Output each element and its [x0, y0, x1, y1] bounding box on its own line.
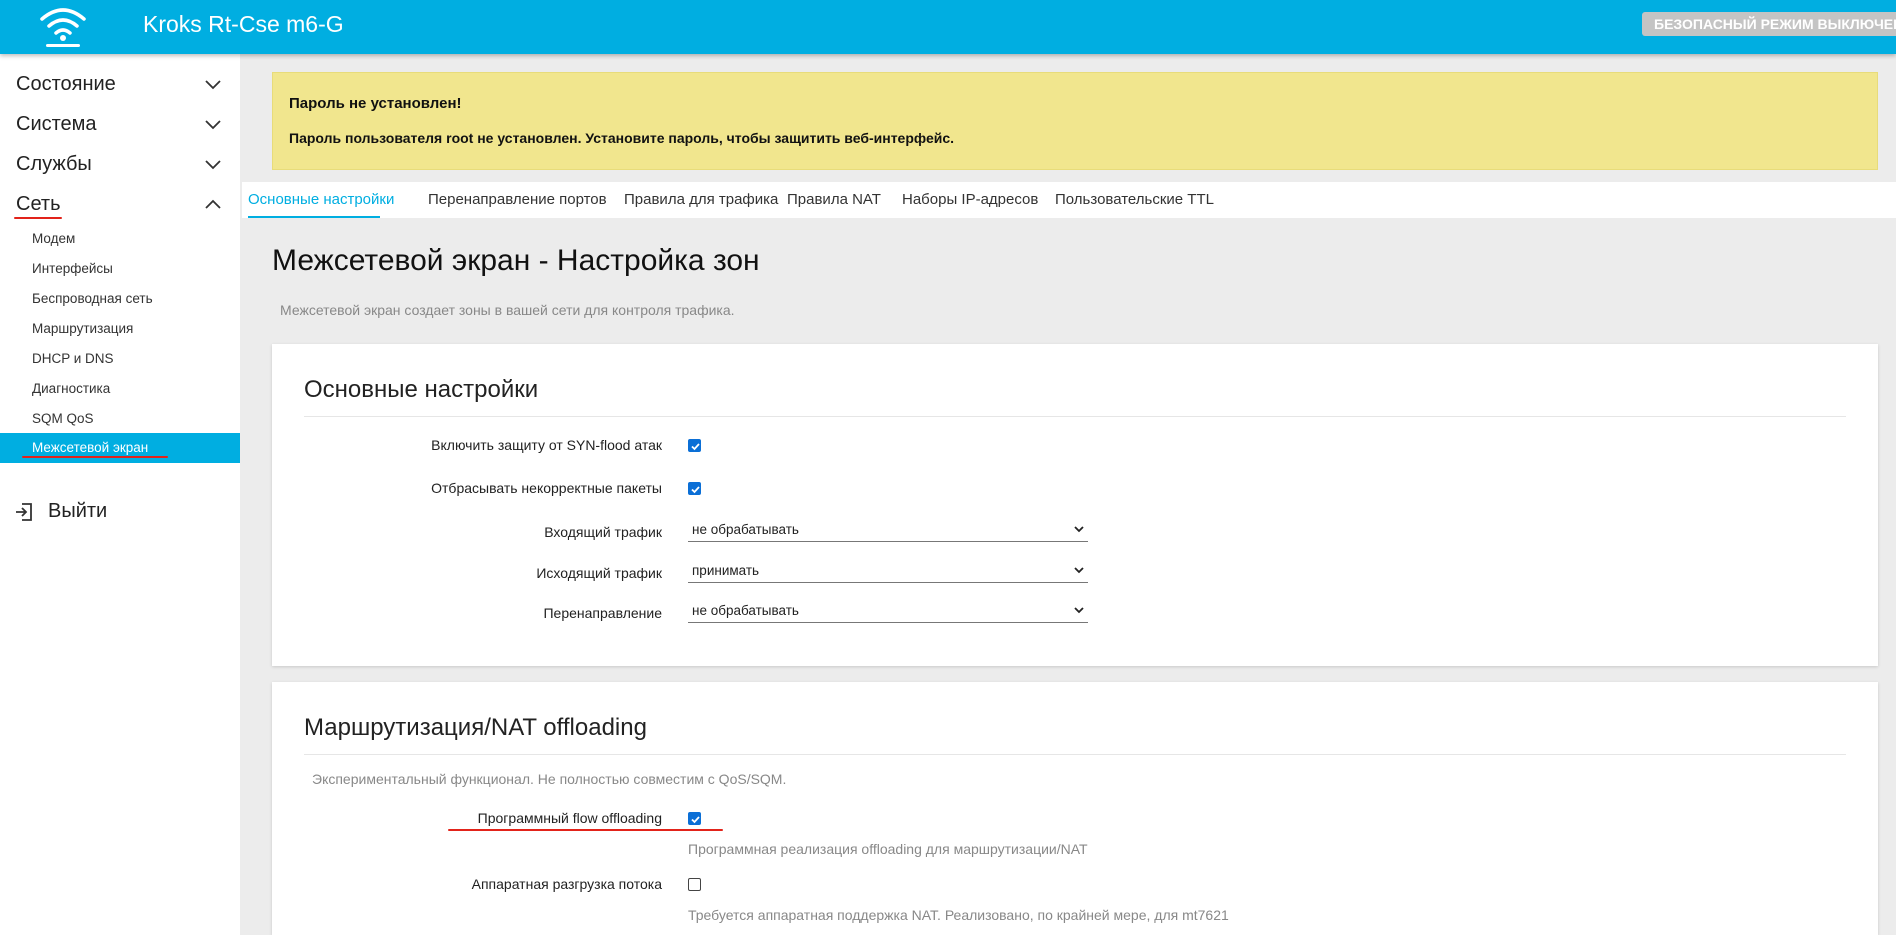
select-value: не обрабатывать: [692, 522, 799, 537]
tab-ip-sets[interactable]: Наборы IP-адресов: [902, 182, 1038, 218]
drop-invalid-checkbox[interactable]: [688, 482, 701, 495]
sidebar-subitem-wireless[interactable]: Беспроводная сеть: [0, 284, 240, 314]
section-divider: [304, 754, 1846, 755]
chevron-up-icon: [205, 199, 221, 209]
sidebar-subitem-interfaces[interactable]: Интерфейсы: [0, 254, 240, 284]
sidebar-subitem-label: Межсетевой экран: [32, 440, 149, 455]
checkmark-icon: [691, 443, 700, 451]
tab-custom-ttl[interactable]: Пользовательские TTL: [1055, 182, 1214, 218]
red-annotation-underline: [14, 217, 62, 219]
offloading-section: Маршрутизация/NAT offloading Эксперимент…: [272, 682, 1878, 935]
checkmark-icon: [691, 486, 700, 494]
password-warning-alert: Пароль не установлен! Пароль пользовател…: [272, 72, 1878, 170]
sidebar-subitem-dhcp-dns[interactable]: DHCP и DNS: [0, 344, 240, 374]
red-annotation-underline: [22, 456, 168, 458]
logout-label: Выйти: [48, 500, 108, 522]
chevron-down-icon: [1074, 607, 1084, 614]
section-title: Основные настройки: [304, 376, 539, 403]
software-offloading-hint: Программная реализация offloading для ма…: [688, 841, 1088, 857]
software-offloading-checkbox[interactable]: [688, 812, 701, 825]
tab-general-settings[interactable]: Основные настройки: [248, 182, 394, 218]
firewall-tabs: Основные настройки Перенаправление порто…: [242, 182, 1896, 218]
page-description: Межсетевой экран создает зоны в вашей се…: [280, 302, 735, 318]
sidebar-subitem-routing[interactable]: Маршрутизация: [0, 314, 240, 344]
output-traffic-select[interactable]: принимать: [688, 559, 1088, 583]
drop-invalid-label: Отбрасывать некорректные пакеты: [431, 480, 662, 496]
sidebar-subitem-label: SQM QoS: [32, 411, 94, 426]
sidebar-subitem-label: DHCP и DNS: [32, 351, 114, 366]
forward-traffic-select[interactable]: не обрабатывать: [688, 599, 1088, 623]
chevron-down-icon: [205, 80, 221, 90]
chevron-down-icon: [205, 120, 221, 130]
hardware-offloading-checkbox[interactable]: [688, 878, 701, 891]
sidebar-subitem-label: Беспроводная сеть: [32, 291, 153, 306]
input-traffic-select[interactable]: не обрабатывать: [688, 518, 1088, 542]
sidebar-item-label: Состояние: [16, 73, 116, 95]
alert-message: Пароль пользователя root не установлен. …: [289, 130, 955, 146]
sidebar-subitem-label: Маршрутизация: [32, 321, 134, 336]
select-value: принимать: [692, 563, 760, 578]
general-settings-section: Основные настройки Включить защиту от SY…: [272, 344, 1878, 666]
tab-traffic-rules[interactable]: Правила для трафика: [624, 182, 778, 218]
syn-flood-label: Включить защиту от SYN-flood атак: [431, 437, 662, 453]
alert-title: Пароль не установлен!: [289, 95, 462, 112]
sidebar-subitem-label: Интерфейсы: [32, 261, 113, 276]
chevron-down-icon: [205, 160, 221, 170]
forward-traffic-label: Перенаправление: [543, 605, 662, 621]
sidebar-subitem-firewall[interactable]: Межсетевой экран: [0, 433, 240, 463]
sidebar-subitem-modem[interactable]: Модем: [0, 224, 240, 254]
top-header: Kroks Rt-Cse m6-G БЕЗОПАСНЫЙ РЕЖИМ ВЫКЛЮ…: [0, 0, 1896, 54]
logout-button[interactable]: Выйти: [0, 491, 240, 531]
software-offloading-label: Программный flow offloading: [477, 810, 662, 826]
safe-mode-badge[interactable]: БЕЗОПАСНЫЙ РЕЖИМ ВЫКЛЮЧЕН: [1642, 12, 1896, 36]
wifi-logo-icon[interactable]: [38, 5, 88, 49]
input-traffic-label: Входящий трафик: [544, 524, 662, 540]
red-annotation-underline: [448, 829, 723, 831]
hardware-offloading-label: Аппаратная разгрузка потока: [471, 876, 662, 892]
sidebar-item-label: Система: [16, 113, 97, 135]
page-title: Межсетевой экран - Настройка зон: [272, 244, 760, 277]
section-title: Маршрутизация/NAT offloading: [304, 714, 647, 741]
tab-port-forwards[interactable]: Перенаправление портов: [428, 182, 607, 218]
checkmark-icon: [691, 816, 700, 824]
chevron-down-icon: [1074, 526, 1084, 533]
sidebar-item-system[interactable]: Система: [0, 104, 240, 144]
device-name[interactable]: Kroks Rt-Cse m6-G: [143, 11, 344, 38]
section-divider: [304, 416, 1846, 417]
sidebar-subitem-diagnostics[interactable]: Диагностика: [0, 374, 240, 404]
logout-icon: [16, 503, 32, 521]
sidebar-subitem-label: Диагностика: [32, 381, 111, 396]
sidebar-item-services[interactable]: Службы: [0, 144, 240, 184]
sidebar-item-label: Сеть: [16, 193, 61, 215]
tab-nat-rules[interactable]: Правила NAT: [787, 182, 881, 218]
sidebar-item-label: Службы: [16, 153, 92, 175]
sidebar-subitem-label: Модем: [32, 231, 76, 246]
select-value: не обрабатывать: [692, 603, 799, 618]
sidebar-item-status[interactable]: Состояние: [0, 64, 240, 104]
section-note: Экспериментальный функционал. Не полност…: [312, 771, 787, 787]
chevron-down-icon: [1074, 567, 1084, 574]
sidebar-subitem-sqm-qos[interactable]: SQM QoS: [0, 404, 240, 434]
output-traffic-label: Исходящий трафик: [536, 565, 662, 581]
hardware-offloading-hint: Требуется аппаратная поддержка NAT. Реал…: [688, 907, 1229, 923]
syn-flood-checkbox[interactable]: [688, 439, 701, 452]
sidebar: Состояние Система Службы Сеть Модем Инте…: [0, 54, 240, 935]
